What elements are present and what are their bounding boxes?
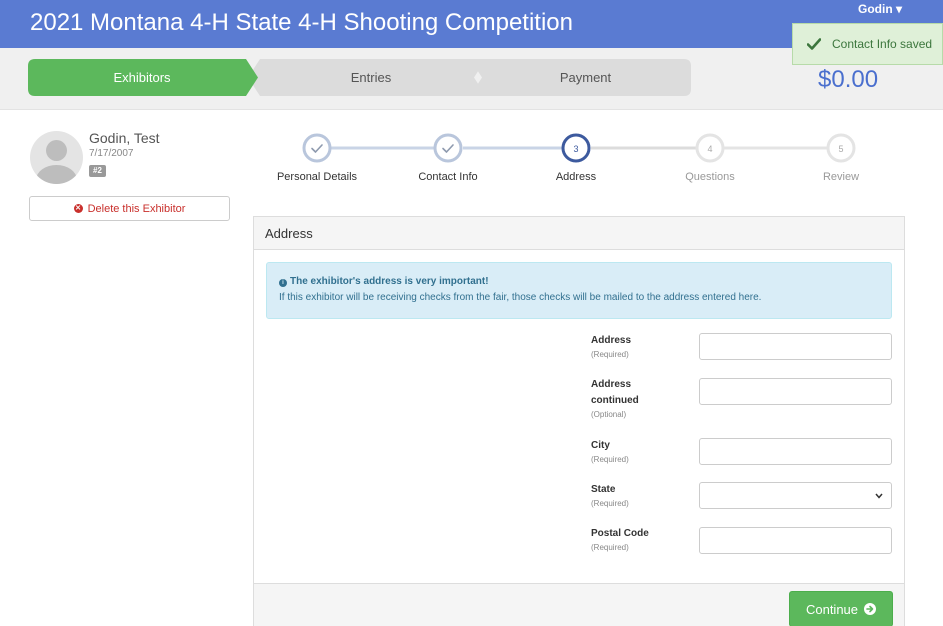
delete-exhibitor-label: Delete this Exhibitor: [87, 202, 186, 215]
postal-code-input[interactable]: [699, 527, 892, 554]
alert-title: The exhibitor's address is very importan…: [290, 276, 489, 287]
address-required-note: (Required): [591, 350, 629, 359]
city-input[interactable]: [699, 438, 892, 465]
step-label-questions: Questions: [685, 171, 735, 183]
address-label: Address: [591, 335, 632, 346]
chevron-down-icon: [875, 493, 883, 499]
step-2-circle: [433, 133, 463, 163]
alert-text: If this exhibitor will be receiving chec…: [279, 292, 762, 303]
step-label-address: Address: [555, 171, 597, 183]
city-required-note: (Required): [591, 455, 629, 464]
check-icon: [807, 38, 821, 50]
step-4-number: 4: [707, 144, 712, 154]
city-label: City: [591, 440, 610, 451]
toast-message: Contact Info saved: [832, 37, 933, 51]
step-label-contact-info[interactable]: Contact Info: [393, 171, 503, 183]
continue-label: Continue: [805, 601, 859, 617]
state-label: State: [591, 484, 616, 495]
info-icon: i: [279, 279, 287, 287]
state-required-note: (Required): [591, 499, 629, 508]
success-toast: Contact Info saved: [792, 23, 943, 65]
state-select[interactable]: [699, 482, 892, 509]
step-5-number: 5: [838, 144, 843, 154]
step-label-review: Review: [822, 171, 860, 183]
address-continued-label: Address continued: [591, 379, 639, 406]
step-label-personal-details[interactable]: Personal Details: [262, 171, 372, 183]
continue-button[interactable]: Continue: [789, 591, 893, 626]
address-input[interactable]: [699, 333, 892, 360]
info-alert: i The exhibitor's address is very importa…: [266, 262, 892, 319]
address-panel: Address i The exhibitor's address is very…: [253, 216, 905, 626]
postal-code-label: Postal Code: [591, 528, 649, 539]
arrow-right-circle-icon: [864, 603, 877, 615]
panel-title: Address: [254, 217, 904, 250]
address-continued-optional-note: (Optional): [591, 410, 627, 419]
remove-icon: ✕: [73, 204, 83, 213]
step-3-number: 3: [573, 144, 578, 154]
panel-footer: Continue: [254, 583, 904, 626]
postal-code-required-note: (Required): [591, 543, 629, 552]
address-continued-input[interactable]: [699, 378, 892, 405]
step-1-circle: [302, 133, 332, 163]
